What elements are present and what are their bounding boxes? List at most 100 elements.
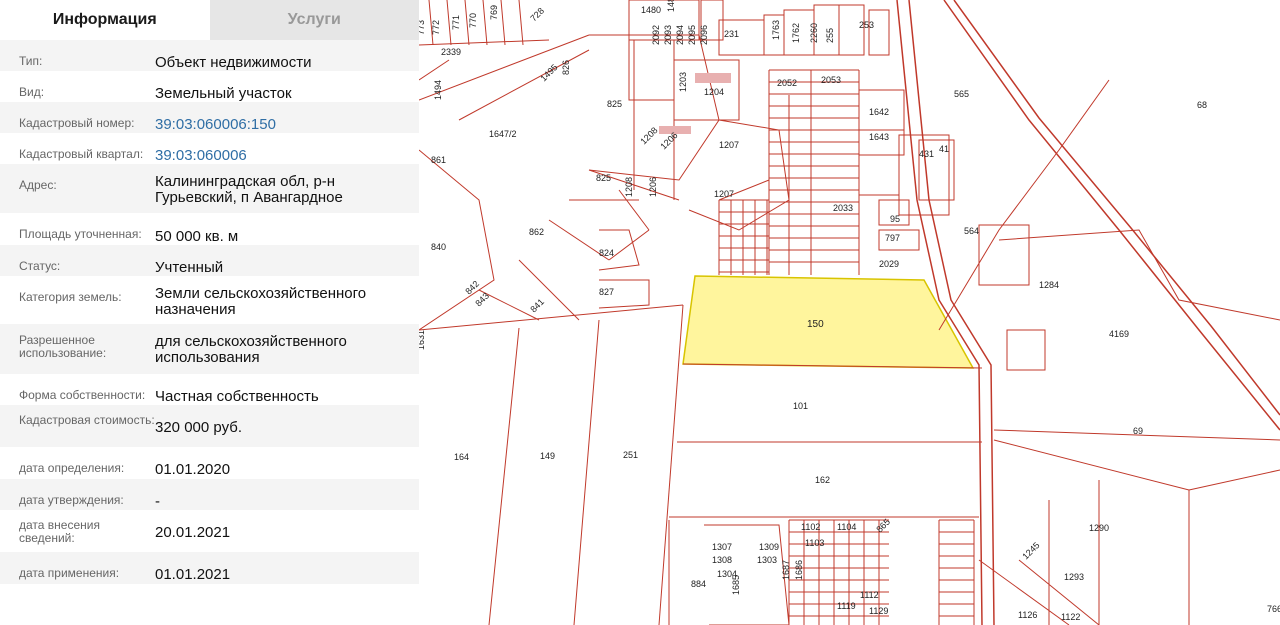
info-row: Разрешенное использование: для сельскохоз…	[0, 324, 419, 374]
info-value: 50 000 кв. м	[155, 228, 239, 245]
parcel-label: 1207	[719, 140, 739, 150]
parcel-boundary	[868, 9, 890, 56]
highlighted-parcel	[682, 275, 975, 369]
tab-bar: Информация Услуги	[0, 0, 419, 40]
parcel-label: 1309	[759, 542, 779, 552]
parcel-label: 1293	[1064, 572, 1084, 582]
info-value: Калининградская обл, р-н Гурьевский, п А…	[155, 173, 343, 206]
parcel-label: 1208	[638, 125, 659, 146]
highlighted-parcel-label: 150	[807, 319, 824, 330]
parcel-label: 1642	[869, 107, 889, 117]
parcel-label: 1480	[641, 5, 661, 15]
info-label: Площадь уточненная:	[19, 227, 142, 241]
parcel-label: 1307	[712, 542, 732, 552]
info-table: Тип: Объект недвижимости Вид: Земельный уча…	[0, 40, 419, 584]
parcel-boundary	[573, 319, 600, 625]
info-panel: Информация Услуги Тип: Объект недвижимост…	[0, 0, 420, 625]
info-label: Разрешенное использование:	[19, 333, 107, 360]
parcel-label: 2096	[699, 25, 709, 45]
parcel-label: 770	[468, 13, 478, 28]
parcel-boundary	[953, 0, 1280, 416]
parcel-label: 1482	[666, 0, 676, 12]
parcel-label: 1284	[1039, 280, 1059, 290]
parcel-label: 251	[623, 450, 638, 460]
parcel-label: 2092	[651, 25, 661, 45]
parcel-label: 1495	[538, 62, 559, 83]
parcel-label: 1245	[1020, 540, 1041, 561]
tab-services[interactable]: Услуги	[209, 0, 419, 40]
parcel-label: 255	[825, 28, 835, 43]
info-label: дата внесения сведений:	[19, 518, 100, 545]
info-label: Кадастровый номер:	[19, 116, 135, 130]
parcel-label: 2094	[675, 25, 685, 45]
parcel-label: 1204	[704, 87, 724, 97]
parcel-label: 1685	[731, 575, 741, 595]
parcel-label: 2339	[441, 47, 461, 57]
cadastral-link[interactable]: 39:03:060006:150	[155, 102, 419, 133]
parcel-label: 164	[454, 452, 469, 462]
parcel-boundary	[482, 0, 488, 46]
cadastral-link[interactable]: 39:03:060006	[155, 133, 419, 164]
parcel-label: 564	[964, 226, 979, 236]
info-label: Статус:	[19, 259, 61, 273]
parcel-label: 772	[431, 20, 441, 35]
parcel-boundary	[500, 0, 506, 46]
parcel-label: 771	[451, 15, 461, 30]
parcel-label: 825	[596, 173, 611, 183]
parcel-label: 1203	[678, 72, 688, 92]
parcel-label: 231	[724, 29, 739, 39]
parcel-label: 1102	[801, 522, 820, 532]
parcel-label: 766/2	[1267, 604, 1280, 614]
parcel-label: 842	[463, 279, 481, 297]
parcel-label: 1762	[791, 23, 801, 43]
parcel-label: 769	[489, 5, 499, 20]
tab-info[interactable]: Информация	[0, 0, 210, 40]
parcel-label: 41	[939, 144, 949, 154]
parcel-boundary	[628, 39, 675, 101]
info-row: дата внесения сведений: 20.01.2021	[0, 510, 419, 552]
info-label: дата определения:	[19, 461, 125, 475]
parcel-label: 4169	[1109, 329, 1129, 339]
info-label: Кадастровый квартал:	[19, 147, 144, 161]
info-value: Частная собственность	[155, 388, 319, 405]
parcel-label: 797	[885, 233, 900, 243]
parcel-label: 862	[529, 227, 544, 237]
info-label: Тип:	[19, 54, 43, 68]
info-value: 01.01.2020	[155, 461, 231, 478]
parcel-label: 1126	[1018, 610, 1037, 620]
parcel-label: 431	[919, 149, 934, 159]
info-value: -	[155, 493, 160, 510]
cadastral-map[interactable]: 773 772 771 7707692339728 1480 14822092 2093 20…	[419, 0, 1280, 625]
parcel-label: 1303	[757, 555, 777, 565]
info-label: Категория земель:	[19, 290, 122, 304]
info-row: дата определения: 01.01.2020	[0, 447, 419, 479]
info-value: Земельный участок	[155, 85, 292, 102]
building	[695, 73, 731, 83]
parcel-boundary	[419, 39, 550, 46]
parcel-label: 773	[419, 20, 426, 35]
info-label: Кадастровая стоимость:	[19, 413, 155, 427]
parcel-label: 1208	[624, 177, 634, 197]
info-label: Адрес:	[19, 178, 57, 192]
parcel-boundary	[1188, 469, 1280, 491]
info-row: Форма собственности: Частная собственност…	[0, 374, 419, 405]
parcel-boundary	[419, 304, 684, 331]
parcel-label: 149	[540, 451, 555, 461]
parcel-label: 826	[561, 60, 571, 75]
info-label: Вид:	[19, 85, 45, 99]
parcel-label: 2033	[833, 203, 853, 213]
info-row: дата применения: 01.01.2021	[0, 552, 419, 584]
info-row: Тип: Объект недвижимости	[0, 40, 419, 71]
info-value: 20.01.2021	[155, 524, 231, 541]
parcel-label: 1119	[837, 601, 856, 611]
parcel-label: 2095	[687, 25, 697, 45]
parcel-boundary	[488, 327, 520, 625]
parcel-label: 841	[528, 297, 546, 315]
parcel-boundary	[978, 224, 1030, 286]
parcel-label: 1206	[648, 177, 658, 197]
info-row: дата утверждения: -	[0, 479, 419, 510]
parcel-label: 565	[954, 89, 969, 99]
info-label: дата утверждения:	[19, 493, 124, 507]
info-row: Кадастровый номер: 39:03:060006:150	[0, 102, 419, 133]
parcel-label: 253	[859, 20, 874, 30]
